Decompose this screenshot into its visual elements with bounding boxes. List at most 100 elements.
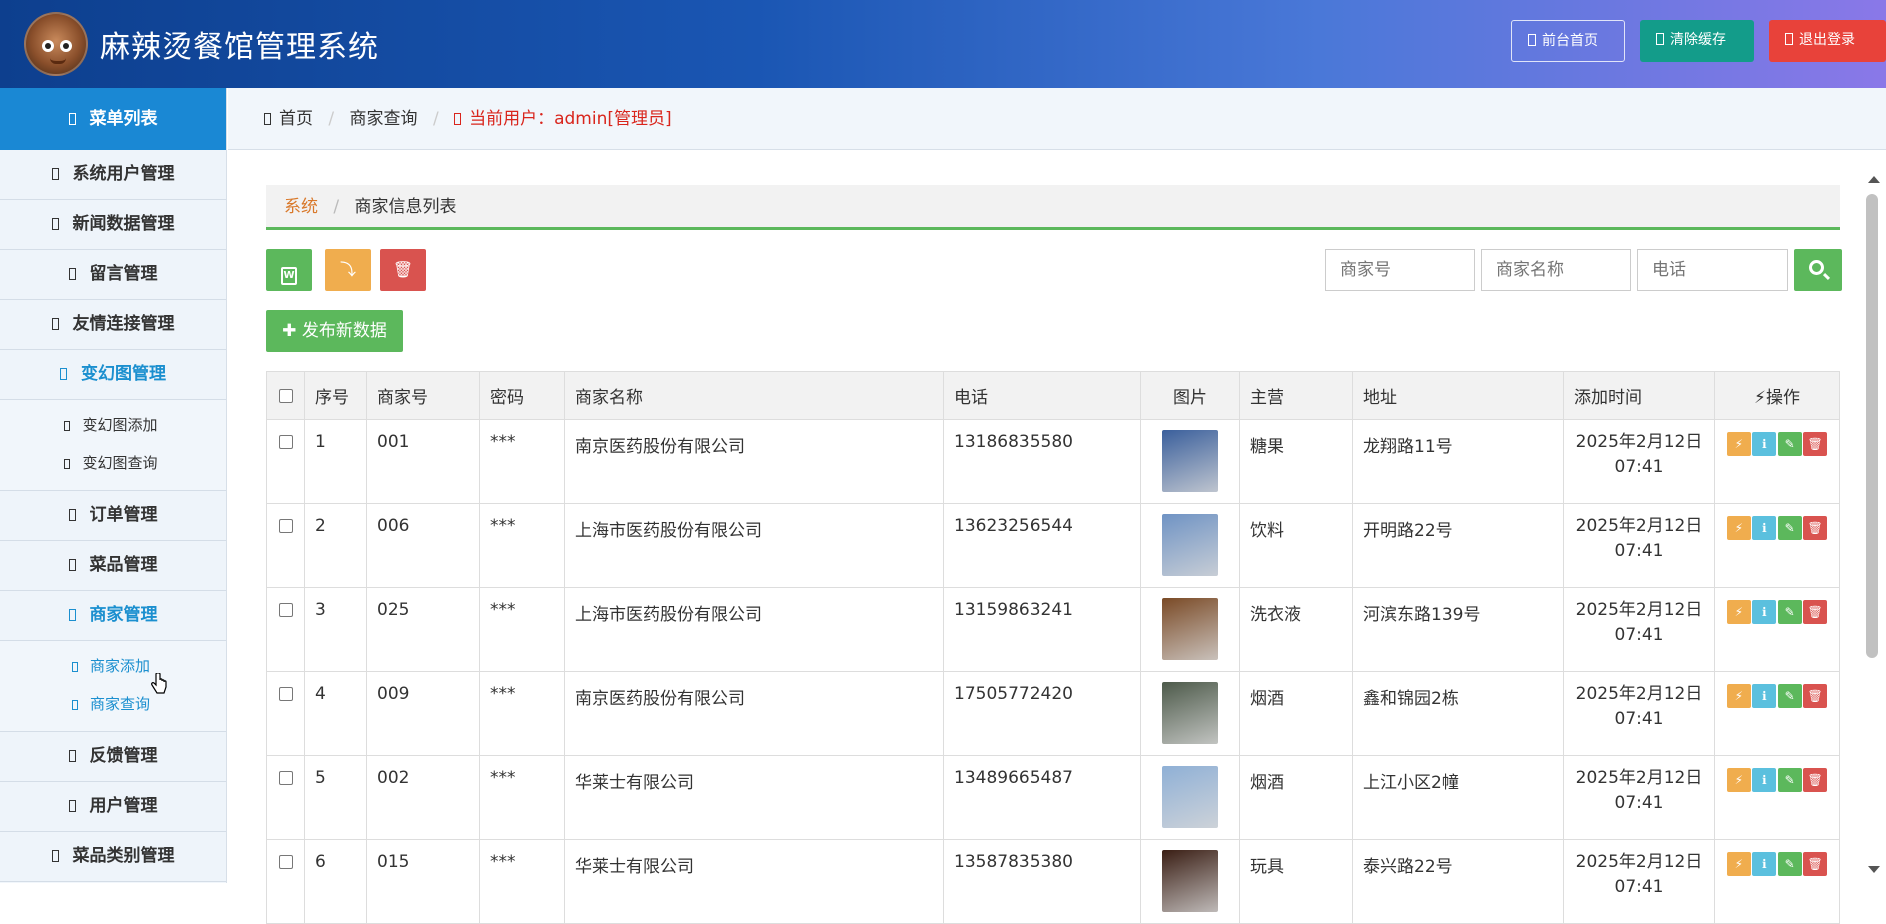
row-select-cell xyxy=(266,839,305,924)
sidebar-item-system-users[interactable]: 系统用户管理 xyxy=(0,150,226,200)
row-checkbox[interactable] xyxy=(278,603,293,617)
panel-crumb-root[interactable]: 系统 xyxy=(284,197,318,217)
scroll-up-arrow-icon[interactable] xyxy=(1868,176,1880,183)
frontend-home-button[interactable]: 前台首页 xyxy=(1511,20,1625,62)
merchant-no-search-input[interactable] xyxy=(1325,249,1475,291)
current-user: 当前用户：admin[管理员] xyxy=(469,109,672,129)
submenu-carousel-query[interactable]: 变幻图查询 xyxy=(0,444,226,482)
cell-main-business: 糖果 xyxy=(1239,419,1353,504)
cell-added-time: 2025年2月12日 07:41 xyxy=(1563,419,1715,504)
delete-button[interactable]: 🗑 xyxy=(1803,600,1828,624)
quick-action-button[interactable]: ⚡ xyxy=(1726,852,1751,876)
row-checkbox[interactable] xyxy=(278,687,293,701)
submenu-carousel-add[interactable]: 变幻图添加 xyxy=(0,406,226,444)
col-password: 密码 xyxy=(479,371,565,420)
breadcrumb-separator: / xyxy=(328,109,335,129)
breadcrumb-current: 商家查询 xyxy=(349,109,418,129)
detail-button[interactable]: ℹ xyxy=(1752,768,1777,792)
sidebar-item-users[interactable]: 用户管理 xyxy=(0,782,226,832)
delete-button[interactable]: 🗑 xyxy=(1803,432,1828,456)
logout-icon xyxy=(1785,33,1793,45)
import-button[interactable]: ⤵ xyxy=(325,249,371,291)
plus-icon: ✚ xyxy=(282,321,297,341)
row-checkbox[interactable] xyxy=(278,855,293,869)
sidebar-item-orders[interactable]: 订单管理 xyxy=(0,491,226,541)
sidebar-item-label: 订单管理 xyxy=(89,505,158,525)
bullet-icon xyxy=(64,459,71,469)
detail-button[interactable]: ℹ xyxy=(1752,852,1777,876)
submenu-merchant-query[interactable]: 商家查询 xyxy=(0,685,226,723)
scroll-thumb[interactable] xyxy=(1866,194,1878,658)
sidebar-item-messages[interactable]: 留言管理 xyxy=(0,250,226,300)
cell-address: 龙翔路11号 xyxy=(1352,419,1564,504)
sidebar-item-dishes[interactable]: 菜品管理 xyxy=(0,541,226,591)
select-all-checkbox[interactable] xyxy=(278,388,293,403)
cell-index: 1 xyxy=(304,419,367,504)
row-checkbox[interactable] xyxy=(278,435,293,449)
cell-index: 2 xyxy=(304,503,367,588)
row-checkbox[interactable] xyxy=(278,519,293,533)
quick-action-button[interactable]: ⚡ xyxy=(1726,432,1751,456)
row-select-cell xyxy=(266,587,305,672)
table-row: 2 006 *** 上海市医药股份有限公司 13623256544 饮料 开明路22号 202… xyxy=(266,503,1840,588)
edit-button[interactable]: ✎ xyxy=(1777,852,1802,876)
cell-merchant-name: 上海市医药股份有限公司 xyxy=(564,503,944,588)
sidebar-item-news[interactable]: 新闻数据管理 xyxy=(0,200,226,250)
edit-button[interactable]: ✎ xyxy=(1777,516,1802,540)
logout-button[interactable]: 退出登录 xyxy=(1769,20,1886,62)
delete-button[interactable]: 🗑 xyxy=(1803,852,1828,876)
sidebar-item-carousel[interactable]: 变幻图管理 xyxy=(0,350,226,400)
row-select-cell xyxy=(266,503,305,588)
publish-new-label: 发布新数据 xyxy=(301,321,387,341)
submenu-merchant-add[interactable]: 商家添加 xyxy=(0,647,226,685)
quick-action-button[interactable]: ⚡ xyxy=(1726,516,1751,540)
merchant-thumbnail[interactable] xyxy=(1162,430,1218,492)
merchant-thumbnail[interactable] xyxy=(1162,514,1218,576)
merchant-thumbnail[interactable] xyxy=(1162,850,1218,912)
sidebar-item-label: 变幻图管理 xyxy=(81,364,166,384)
trash-icon: 🗑 xyxy=(392,260,414,279)
export-word-button[interactable]: W xyxy=(266,249,312,291)
added-clock: 07:41 xyxy=(1614,877,1664,897)
sidebar-item-label: 反馈管理 xyxy=(89,746,158,766)
sidebar-item-merchants[interactable]: 商家管理 xyxy=(0,591,226,641)
scroll-down-arrow-icon[interactable] xyxy=(1868,866,1880,873)
merchant-thumbnail[interactable] xyxy=(1162,682,1218,744)
added-date: 2025年2月12日 xyxy=(1575,600,1703,620)
publish-new-button[interactable]: ✚ 发布新数据 xyxy=(266,310,403,352)
quick-action-button[interactable]: ⚡ xyxy=(1726,600,1751,624)
edit-button[interactable]: ✎ xyxy=(1777,768,1802,792)
row-checkbox[interactable] xyxy=(278,771,293,785)
detail-button[interactable]: ℹ xyxy=(1752,432,1777,456)
merchant-thumbnail[interactable] xyxy=(1162,766,1218,828)
edit-button[interactable]: ✎ xyxy=(1777,684,1802,708)
cell-phone: 13489665487 xyxy=(943,755,1141,840)
detail-button[interactable]: ℹ xyxy=(1752,600,1777,624)
edit-button[interactable]: ✎ xyxy=(1777,432,1802,456)
detail-button[interactable]: ℹ xyxy=(1752,684,1777,708)
delete-button[interactable]: 🗑 xyxy=(1803,684,1828,708)
news-icon xyxy=(51,218,59,230)
quick-action-button[interactable]: ⚡ xyxy=(1726,684,1751,708)
table-header-row: 序号 商家号 密码 商家名称 电话 图片 主营 地址 添加时间 ⚡操作 xyxy=(266,371,1840,420)
sidebar-item-dish-categories[interactable]: 菜品类别管理 xyxy=(0,832,226,882)
cell-merchant-name: 南京医药股份有限公司 xyxy=(564,671,944,756)
col-phone: 电话 xyxy=(943,371,1141,420)
edit-button[interactable]: ✎ xyxy=(1777,600,1802,624)
delete-button[interactable]: 🗑 xyxy=(1803,768,1828,792)
breadcrumb-home[interactable]: 首页 xyxy=(279,109,313,129)
sidebar-item-links[interactable]: 友情连接管理 xyxy=(0,300,226,350)
word-icon: W xyxy=(281,267,297,285)
merchant-thumbnail[interactable] xyxy=(1162,598,1218,660)
quick-action-button[interactable]: ⚡ xyxy=(1726,768,1751,792)
detail-button[interactable]: ℹ xyxy=(1752,516,1777,540)
merchant-name-search-input[interactable] xyxy=(1481,249,1631,291)
page-scrollbar[interactable] xyxy=(1860,150,1886,883)
phone-search-input[interactable] xyxy=(1637,249,1788,291)
clear-cache-button[interactable]: 清除缓存 xyxy=(1640,20,1754,62)
search-button[interactable] xyxy=(1794,249,1842,291)
table-row: 3 025 *** 上海市医药股份有限公司 13159863241 洗衣液 河滨东路139号… xyxy=(266,587,1840,672)
delete-button[interactable]: 🗑 xyxy=(1803,516,1828,540)
batch-delete-button[interactable]: 🗑 xyxy=(380,249,426,291)
sidebar-item-feedback[interactable]: 反馈管理 xyxy=(0,732,226,782)
